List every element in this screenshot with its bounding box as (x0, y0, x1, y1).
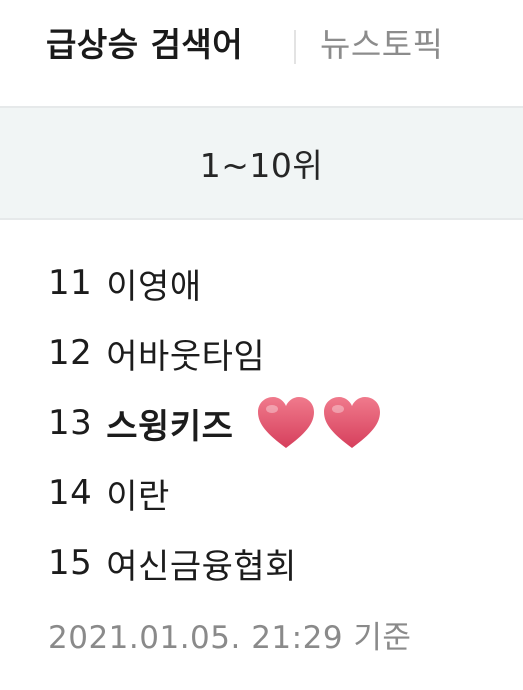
rank-keyword[interactable]: 이영애 (106, 259, 201, 308)
rank-range-label: 1~10위 (199, 146, 324, 185)
rank-range-toggle[interactable]: 1~10위 (0, 108, 523, 220)
heart-icon (258, 397, 315, 448)
tab-trending-searches[interactable]: 급상승 검색어 (46, 22, 243, 68)
ranking-list: 11 이영애 12 어바웃타임 13 스윙키즈 14 이란 15 여신금융협회 (48, 248, 508, 598)
heart-icon (324, 397, 381, 448)
tab-divider (294, 30, 296, 64)
list-item[interactable]: 14 이란 (48, 458, 508, 528)
tab-bar: 급상승 검색어 뉴스토픽 (0, 0, 523, 108)
list-item[interactable]: 11 이영애 (48, 248, 508, 318)
rank-number: 12 (48, 333, 93, 373)
rank-number: 15 (48, 543, 93, 583)
list-item[interactable]: 12 어바웃타임 (48, 318, 508, 388)
rank-keyword[interactable]: 이란 (106, 469, 170, 518)
rank-number: 11 (48, 263, 93, 303)
rank-keyword[interactable]: 스윙키즈 (106, 399, 233, 448)
rank-keyword[interactable]: 여신금융협회 (106, 539, 297, 588)
rank-number: 14 (48, 473, 93, 513)
update-timestamp: 2021.01.05. 21:29 기준 (48, 620, 412, 656)
rank-keyword[interactable]: 어바웃타임 (106, 329, 265, 378)
list-item[interactable]: 15 여신금융협회 (48, 528, 508, 598)
list-item[interactable]: 13 스윙키즈 (48, 388, 508, 458)
tab-news-topics[interactable]: 뉴스토픽 (320, 22, 443, 68)
heart-decoration (255, 394, 387, 452)
rank-number: 13 (48, 403, 93, 443)
